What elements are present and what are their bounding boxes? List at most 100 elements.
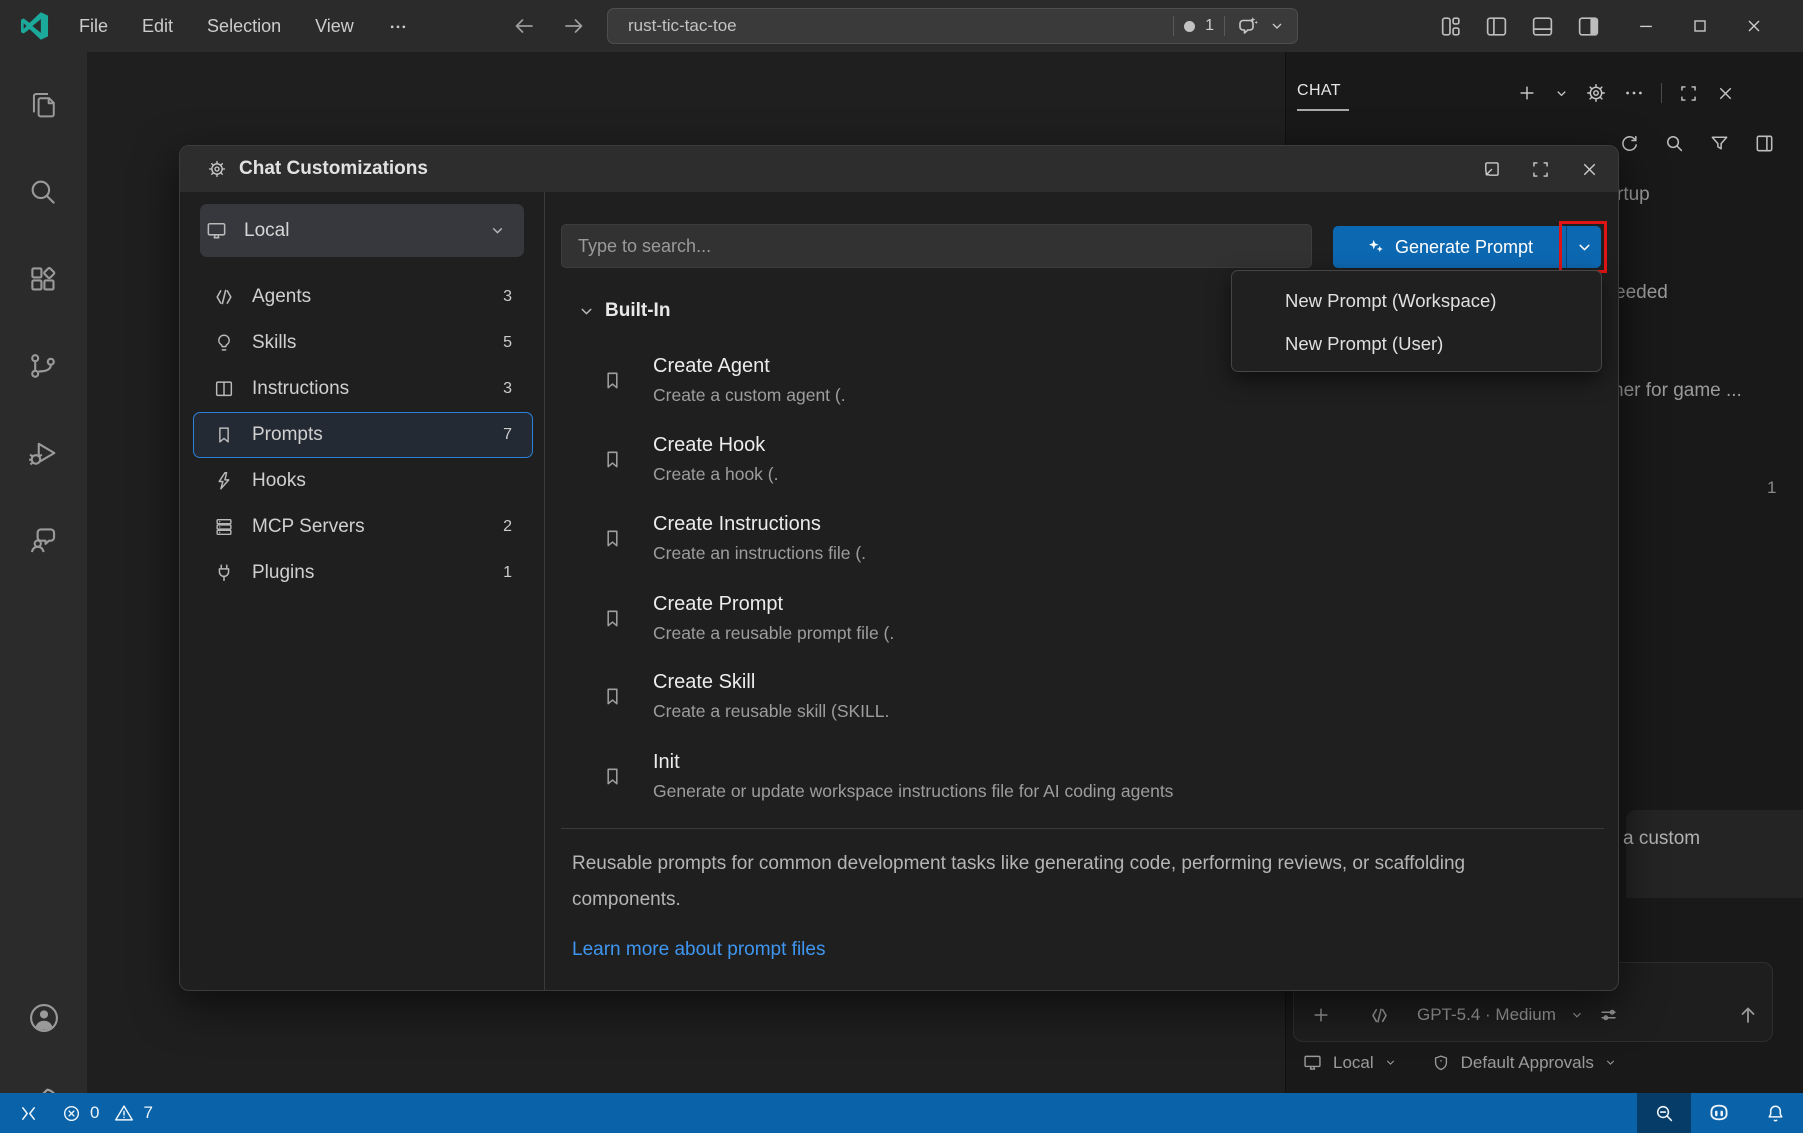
open-in-editor-icon[interactable] xyxy=(1481,159,1502,180)
generate-prompt-button[interactable]: Generate Prompt xyxy=(1333,226,1566,268)
divider xyxy=(1661,83,1662,103)
item-title: Create Agent xyxy=(653,355,770,378)
divider xyxy=(544,192,545,991)
chevron-down-icon[interactable] xyxy=(1269,18,1285,34)
zoom-out-icon[interactable] xyxy=(1637,1093,1691,1133)
search-icon[interactable] xyxy=(1663,132,1686,155)
sidebar-item-hooks[interactable]: Hooks xyxy=(193,458,533,504)
bookmark-icon xyxy=(601,607,624,630)
sidebar-item-count: 2 xyxy=(503,518,512,536)
dialog-header[interactable]: Chat Customizations xyxy=(180,146,1618,192)
list-item-init[interactable]: Init Generate or update workspace instru… xyxy=(601,749,1581,813)
list-item-create-hook[interactable]: Create Hook Create a hook (. xyxy=(601,432,1581,496)
account-icon[interactable] xyxy=(26,1000,62,1036)
command-center[interactable]: rust-tic-tac-toe 1 xyxy=(607,8,1298,44)
expand-icon[interactable] xyxy=(1530,159,1551,180)
chat-text-fragment: eeded xyxy=(1615,282,1668,304)
sidebar-item-mcp-servers[interactable]: MCP Servers 2 xyxy=(193,504,533,550)
explorer-icon[interactable] xyxy=(26,88,60,122)
close-icon[interactable] xyxy=(1579,159,1600,180)
chevron-down-icon[interactable] xyxy=(1570,1008,1584,1022)
layout-sidebar-icon[interactable] xyxy=(1484,14,1509,39)
dialog-title: Chat Customizations xyxy=(239,158,428,180)
warning-icon[interactable] xyxy=(113,1102,135,1124)
chevron-down-icon[interactable] xyxy=(1384,1056,1397,1069)
lightbulb-icon xyxy=(212,332,236,354)
model-picker[interactable]: GPT-5.4 · Medium xyxy=(1417,1005,1556,1025)
sidebar-item-prompts[interactable]: Prompts 7 xyxy=(193,412,533,458)
run-debug-icon[interactable] xyxy=(26,436,60,470)
learn-more-link[interactable]: Learn more about prompt files xyxy=(572,939,825,961)
split-editor-icon[interactable] xyxy=(1753,132,1776,155)
attach-plus-icon[interactable] xyxy=(1310,1004,1332,1026)
status-bar: 0 7 xyxy=(0,1093,1803,1133)
list-item-create-prompt[interactable]: Create Prompt Create a reusable prompt f… xyxy=(601,591,1581,655)
copilot-face-icon[interactable] xyxy=(1691,1093,1747,1133)
menu-edit[interactable]: Edit xyxy=(125,16,190,37)
list-item-create-instructions[interactable]: Create Instructions Create an instructio… xyxy=(601,511,1581,575)
mode-picker[interactable]: Local xyxy=(1333,1053,1374,1073)
more-icon[interactable] xyxy=(1623,82,1645,104)
tab-underline xyxy=(1297,109,1349,111)
item-title: Create Instructions xyxy=(653,513,821,536)
forward-icon[interactable] xyxy=(562,14,586,38)
more-menu-icon[interactable] xyxy=(371,16,425,36)
maximize-icon[interactable] xyxy=(1690,16,1710,36)
refresh-icon[interactable] xyxy=(1618,132,1641,155)
error-icon[interactable] xyxy=(61,1103,82,1124)
approvals-picker[interactable]: Default Approvals xyxy=(1461,1053,1594,1073)
server-icon xyxy=(212,516,236,538)
menu-item-new-prompt-workspace[interactable]: New Prompt (Workspace) xyxy=(1285,281,1496,321)
chevron-down-icon[interactable] xyxy=(1604,1056,1617,1069)
sidebar-item-plugins[interactable]: Plugins 1 xyxy=(193,550,533,596)
minimize-icon[interactable] xyxy=(1636,16,1656,36)
search-icon[interactable] xyxy=(26,175,60,209)
copilot-chat-icon[interactable] xyxy=(1235,14,1259,38)
sidebar-item-agents[interactable]: Agents 3 xyxy=(193,274,533,320)
new-chat-plus-icon[interactable] xyxy=(1516,82,1538,104)
scope-label: Local xyxy=(244,220,289,242)
agent-icon[interactable] xyxy=(1368,1004,1391,1027)
menu-view[interactable]: View xyxy=(298,16,371,37)
close-icon[interactable] xyxy=(1715,83,1736,104)
back-icon[interactable] xyxy=(512,14,536,38)
chevron-down-icon[interactable] xyxy=(1554,86,1569,101)
gear-icon[interactable] xyxy=(1585,82,1607,104)
menu-item-new-prompt-user[interactable]: New Prompt (User) xyxy=(1285,324,1443,364)
sidebar-item-count: 7 xyxy=(503,426,512,444)
annotation-highlight-box xyxy=(1559,221,1607,273)
footer-description: Reusable prompts for common development … xyxy=(572,846,1542,918)
tab-chat[interactable]: CHAT xyxy=(1297,82,1341,100)
filter-icon[interactable] xyxy=(1708,132,1731,155)
menu-selection[interactable]: Selection xyxy=(190,16,298,37)
sliders-icon[interactable] xyxy=(1598,1004,1620,1026)
window-title: rust-tic-tac-toe xyxy=(608,16,1173,36)
new-prompt-menu: New Prompt (Workspace) New Prompt (User) xyxy=(1231,270,1602,372)
section-built-in[interactable]: Built-In xyxy=(578,300,670,322)
sidebar-item-skills[interactable]: Skills 5 xyxy=(193,320,533,366)
chat-icon[interactable] xyxy=(26,523,60,557)
item-desc: Create a reusable skill (SKILL. xyxy=(653,701,889,722)
error-count[interactable]: 0 xyxy=(90,1103,99,1123)
extensions-icon[interactable] xyxy=(26,262,60,296)
remote-icon[interactable] xyxy=(18,1103,39,1124)
chat-customizations-dialog: Chat Customizations Local Agents 3 Skill… xyxy=(179,145,1619,991)
scope-selector[interactable]: Local xyxy=(200,204,524,257)
chat-text-fragment: rtup xyxy=(1617,184,1650,206)
expand-icon[interactable] xyxy=(1678,83,1699,104)
close-icon[interactable] xyxy=(1744,16,1764,36)
sidebar-item-instructions[interactable]: Instructions 3 xyxy=(193,366,533,412)
layout-secondary-sidebar-icon[interactable] xyxy=(1576,14,1601,39)
bell-icon[interactable] xyxy=(1747,1093,1803,1133)
layout-panel-icon[interactable] xyxy=(1530,14,1555,39)
menu-file[interactable]: File xyxy=(62,16,125,37)
sidebar-item-label: Hooks xyxy=(252,470,306,492)
divider xyxy=(1224,16,1225,36)
list-item-create-skill[interactable]: Create Skill Create a reusable skill (SK… xyxy=(601,669,1581,733)
warning-count[interactable]: 7 xyxy=(143,1103,152,1123)
layout-grid-icon[interactable] xyxy=(1438,14,1463,39)
item-title: Init xyxy=(653,751,680,774)
search-input[interactable] xyxy=(561,224,1312,268)
source-control-icon[interactable] xyxy=(26,349,60,383)
send-icon[interactable] xyxy=(1736,1003,1760,1027)
